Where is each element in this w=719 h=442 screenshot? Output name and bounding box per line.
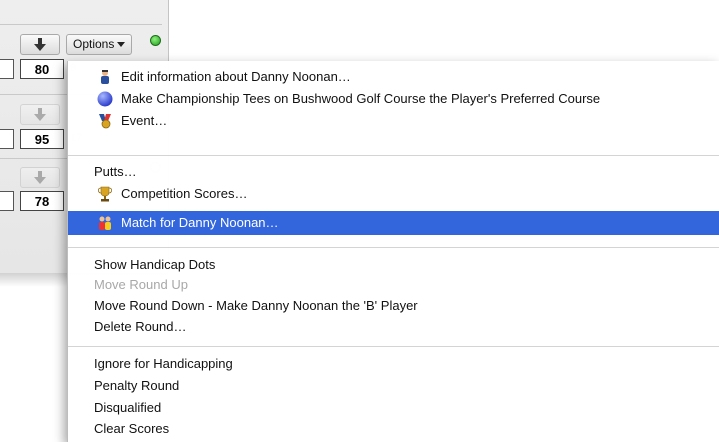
- menu-item-label: Move Round Up: [94, 277, 188, 292]
- score-total[interactable]: 95: [20, 129, 64, 149]
- menu-item-label: Move Round Down - Make Danny Noonan the …: [94, 298, 418, 313]
- menu-item-label: Event…: [121, 113, 168, 128]
- menu-item-edit-information[interactable]: Edit information about Danny Noonan…: [68, 66, 719, 88]
- down-arrow-icon: [34, 171, 46, 184]
- medal-icon: [99, 114, 111, 129]
- status-green-icon: [150, 35, 161, 46]
- menu-item-label: Make Championship Tees on Bushwood Golf …: [121, 91, 601, 106]
- menu-item-show-handicap-dots[interactable]: Show Handicap Dots: [68, 254, 719, 276]
- menu-item-penalty-round[interactable]: Penalty Round: [68, 375, 719, 397]
- menu-item-label: Disqualified: [94, 400, 162, 415]
- menu-item-label: Ignore for Handicapping: [94, 356, 233, 371]
- score-total[interactable]: 80: [20, 59, 64, 79]
- score-cell[interactable]: [0, 129, 14, 149]
- menu-separator: [68, 247, 719, 248]
- menu-item-putts[interactable]: Putts…: [68, 161, 719, 183]
- menu-item-match[interactable]: Match for Danny Noonan…: [68, 211, 719, 235]
- move-down-button[interactable]: [20, 104, 60, 125]
- person-icon: [101, 70, 109, 84]
- menu-item-competition-scores[interactable]: Competition Scores…: [68, 183, 719, 205]
- menu-item-label: Edit information about Danny Noonan…: [121, 69, 351, 84]
- menu-item-label: Penalty Round: [94, 378, 180, 393]
- options-label: Options: [73, 37, 115, 51]
- menu-item-spacer: [68, 327, 719, 349]
- menu-item-label: Putts…: [94, 164, 137, 179]
- move-down-button[interactable]: [20, 34, 60, 55]
- menu-item-clear-scores[interactable]: Clear Scores: [68, 418, 719, 440]
- menu-item-label: Clear Scores: [94, 421, 170, 436]
- score-cell[interactable]: [0, 59, 14, 79]
- menu-item-label: Show Handicap Dots: [94, 257, 216, 272]
- caret-down-icon: [117, 42, 126, 47]
- menu-item-ignore-for-handicapping[interactable]: Ignore for Handicapping: [68, 353, 719, 375]
- score-total[interactable]: 78: [20, 191, 64, 211]
- menu-separator: [68, 155, 719, 156]
- trophy-icon: [98, 186, 112, 202]
- menu-item-disqualified[interactable]: Disqualified: [68, 397, 719, 419]
- move-down-button[interactable]: [20, 167, 60, 188]
- menu-item-label: Competition Scores…: [121, 186, 248, 201]
- down-arrow-icon: [34, 108, 46, 121]
- options-button[interactable]: Options: [66, 34, 133, 55]
- menu-item-event[interactable]: Event…: [68, 110, 719, 132]
- blue-sphere-icon: [97, 91, 113, 107]
- menu-item-move-round-up: Move Round Up: [68, 274, 719, 296]
- menu-item-move-round-down[interactable]: Move Round Down - Make Danny Noonan the …: [68, 295, 719, 317]
- score-cell[interactable]: [0, 191, 14, 211]
- menu-item-preferred-course[interactable]: Make Championship Tees on Bushwood Golf …: [68, 88, 719, 110]
- menu-item-label: Match for Danny Noonan…: [121, 215, 279, 230]
- down-arrow-icon: [34, 38, 46, 51]
- divider: [0, 24, 162, 25]
- players-icon: [99, 216, 111, 230]
- options-context-menu: Edit information about Danny Noonan… Mak…: [67, 61, 719, 442]
